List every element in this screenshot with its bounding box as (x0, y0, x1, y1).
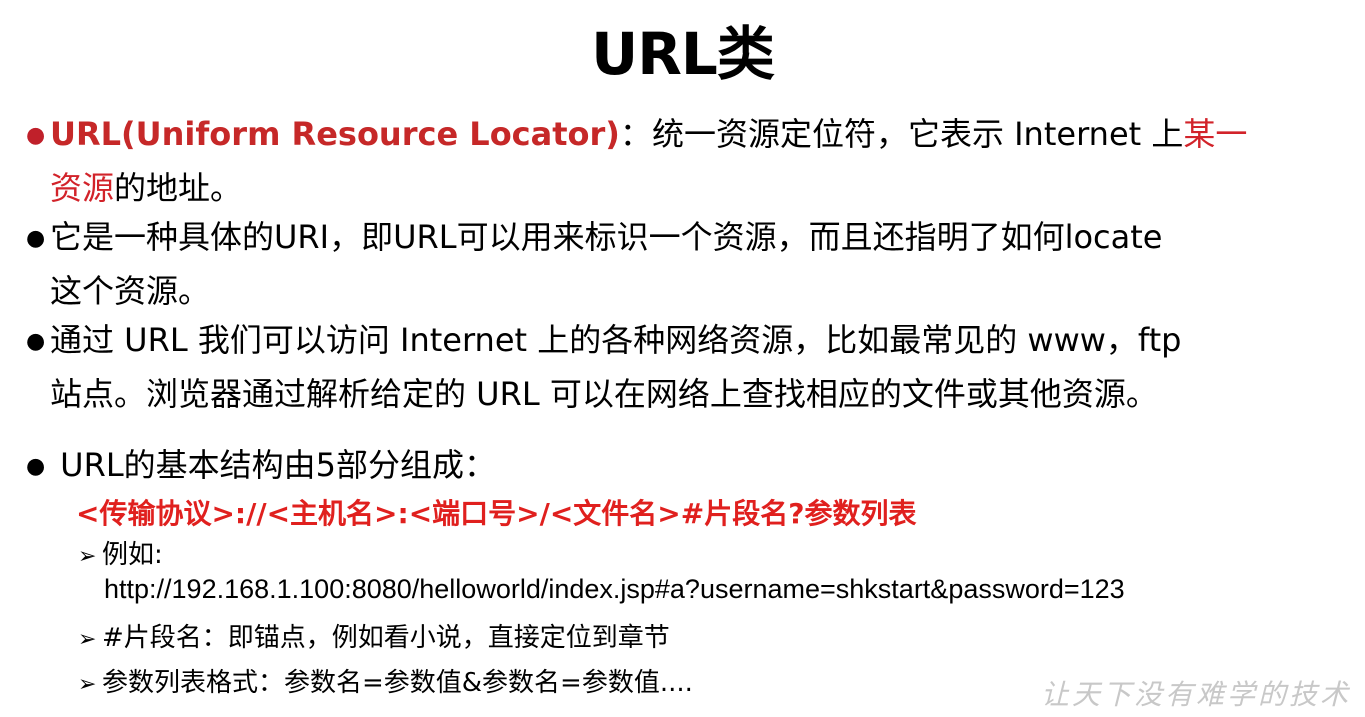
bullet-text: 它是一种具体的URI，即URL可以用来标识一个资源，而且还指明了如何locate (50, 218, 1163, 256)
bullet-text: URL的基本结构由5部分组成： (60, 446, 497, 484)
bullet-icon: ● (26, 454, 46, 479)
arrow-icon: ➢ (78, 672, 97, 697)
watermark: 让天下没有难学的技术 (1040, 678, 1351, 711)
bullet-text-cont: 站点。浏览器通过解析给定的 URL 可以在网络上查找相应的文件或其他资源。 (50, 375, 1158, 413)
bullet-icon: ● (26, 329, 46, 354)
bullet-text: 通过 URL 我们可以访问 Internet 上的各种网络资源，比如最常见的 w… (50, 321, 1182, 359)
page-title: URL类 (591, 20, 775, 88)
definition-tail: 的地址。 (114, 169, 243, 207)
bullet-text-cont: 这个资源。 (50, 272, 211, 310)
bullet-icon: ● (26, 123, 46, 148)
example-url: http://192.168.1.100:8080/helloworld/ind… (104, 574, 1125, 604)
sub-item-fragment: ➢ #片段名：即锚点，例如看小说，直接定位到章节 (78, 617, 670, 654)
sub-item-params: ➢ 参数列表格式：参数名=参数值&参数名=参数值.... (78, 662, 693, 699)
url-structure-template: <传输协议>://<主机名>:<端口号>/<文件名>#片段名?参数列表 (76, 497, 917, 530)
arrow-icon: ➢ (78, 627, 97, 652)
highlight-text: 某一 (1183, 115, 1248, 153)
bullet-icon: ● (26, 226, 46, 251)
sub-item-example: ➢ 例如: (78, 534, 163, 571)
params-text: 参数列表格式：参数名=参数值&参数名=参数值.... (102, 668, 693, 698)
bullet-uri: ● 它是一种具体的URI，即URL可以用来标识一个资源，而且还指明了如何locat… (26, 211, 1163, 317)
highlight-text-2: 资源 (50, 169, 115, 207)
term-separator: ： (619, 115, 652, 153)
url-term: URL(Uniform Resource Locator) (50, 115, 620, 153)
arrow-icon: ➢ (78, 544, 97, 569)
fragment-text: #片段名：即锚点，例如看小说，直接定位到章节 (102, 623, 670, 653)
bullet-url-definition: ● URL(Uniform Resource Locator)：统一资源定位符，它… (26, 108, 1247, 214)
bullet-access: ● 通过 URL 我们可以访问 Internet 上的各种网络资源，比如最常见的 … (26, 314, 1182, 420)
bullet-structure: ● URL的基本结构由5部分组成： (26, 439, 496, 493)
example-label: 例如: (102, 540, 163, 570)
definition-text: 统一资源定位符，它表示 Internet 上 (651, 115, 1184, 153)
